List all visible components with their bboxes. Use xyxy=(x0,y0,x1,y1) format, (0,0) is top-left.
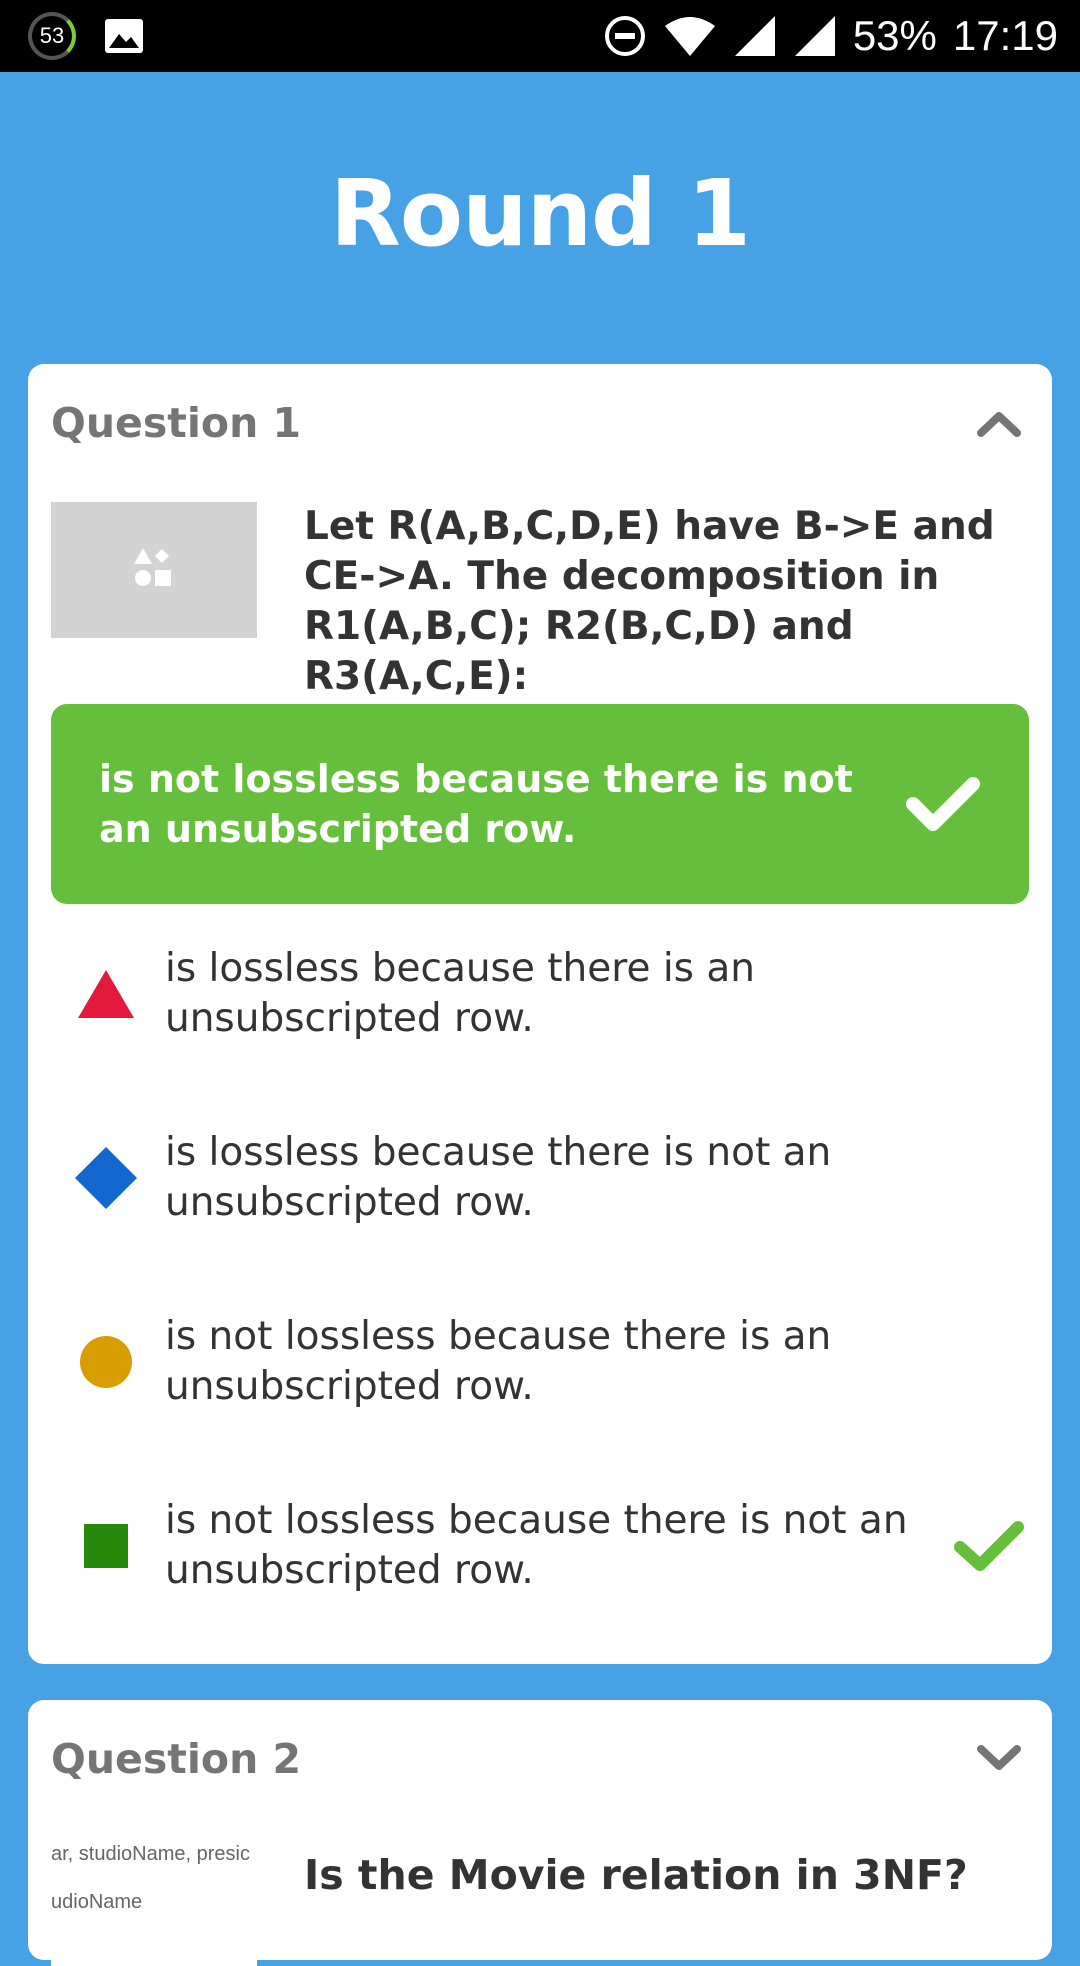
answer-option-text: is not lossless because there is an unsu… xyxy=(165,1314,832,1409)
question-1-image xyxy=(51,502,257,638)
selected-answer-text: is not lossless because there is not an … xyxy=(99,757,853,851)
answer-option-triangle: is lossless because there is an unsubscr… xyxy=(51,919,1029,1069)
signal-icon xyxy=(733,14,777,58)
circle-icon xyxy=(51,1307,161,1417)
question-card-2: Question 2 ar, studioName, presic udioNa… xyxy=(28,1700,1052,1966)
selected-correct-answer: is not lossless because there is not an … xyxy=(51,704,1029,904)
answer-option-text: is not lossless because there is not an … xyxy=(165,1498,908,1593)
question-card-1: Question 1 Let R(A,B,C,D,E) have B->E an… xyxy=(28,364,1052,1664)
question-2-body: ar, studioName, presic udioName Is the M… xyxy=(51,1830,1029,1966)
question-2-image: ar, studioName, presic udioName xyxy=(51,1830,257,1966)
question-2-image-line: ar, studioName, presic xyxy=(51,1843,250,1865)
signal-icon-2 xyxy=(793,14,837,58)
image-notification-icon xyxy=(104,18,144,54)
chevron-down-icon[interactable] xyxy=(969,1729,1029,1789)
answer-option-text: is lossless because there is not an unsu… xyxy=(165,1130,832,1225)
wifi-icon xyxy=(663,14,717,58)
answer-option-diamond: is lossless because there is not an unsu… xyxy=(51,1103,1029,1253)
question-1-text: Let R(A,B,C,D,E) have B->E and CE->A. Th… xyxy=(304,504,995,699)
battery-percent: 53% xyxy=(852,12,937,59)
answer-option-circle: is not lossless because there is an unsu… xyxy=(51,1287,1029,1437)
question-1-header[interactable]: Question 1 xyxy=(51,388,1029,458)
do-not-disturb-icon xyxy=(603,14,647,58)
check-icon xyxy=(903,764,983,844)
chevron-up-icon[interactable] xyxy=(969,393,1029,453)
question-2-text: Is the Movie relation in 3NF? xyxy=(304,1851,968,1899)
status-bar: 53 53% 17:19 xyxy=(0,0,1080,72)
answer-option-square: is not lossless because there is not an … xyxy=(51,1471,1029,1621)
page-title: Round 1 xyxy=(330,160,751,267)
diamond-icon xyxy=(51,1123,161,1233)
clock: 17:19 xyxy=(952,12,1058,59)
answer-option-text: is lossless because there is an unsubscr… xyxy=(165,946,756,1041)
correct-check-icon xyxy=(949,1506,1029,1586)
shapes-placeholder-icon xyxy=(132,546,176,594)
question-2-title: Question 2 xyxy=(51,1735,302,1783)
notification-count-badge: 53 xyxy=(28,12,76,60)
question-1-body: Let R(A,B,C,D,E) have B->E and CE->A. Th… xyxy=(51,502,1029,702)
question-2-image-line: udioName xyxy=(51,1891,143,1913)
question-1-title: Question 1 xyxy=(51,399,302,447)
square-icon xyxy=(51,1491,161,1601)
question-2-header[interactable]: Question 2 xyxy=(51,1724,1029,1794)
triangle-icon xyxy=(51,939,161,1049)
